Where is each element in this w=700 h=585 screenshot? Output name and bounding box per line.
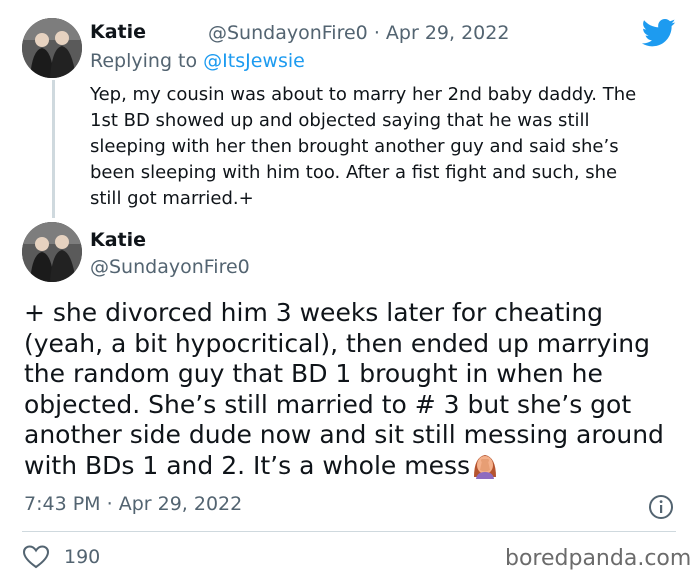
woman-facepalming-icon: [474, 454, 496, 479]
author-handle[interactable]: @SundayonFire0: [90, 256, 250, 278]
mention-link[interactable]: @ItsJewsie: [203, 50, 305, 72]
thread-line: [52, 80, 55, 218]
twitter-bird-icon: [642, 18, 676, 47]
tweet-text-line: Yep, my cousin was about to marry her 2n…: [90, 84, 637, 105]
tweet-text-line: sleeping with her then brought another g…: [90, 136, 619, 157]
info-icon[interactable]: [648, 494, 674, 520]
author-name[interactable]: Katie: [90, 229, 146, 251]
tweet-text-line: objected. She’s still married to # 3 but…: [24, 389, 632, 419]
author-name[interactable]: Katie: [90, 21, 146, 43]
tweet-text-line: been sleeping with him too. After a fist…: [90, 162, 618, 183]
author-handle-date: @SundayonFire0 · Apr 29, 2022: [208, 22, 509, 44]
tweet-text: Yep, my cousin was about to marry her 2n…: [90, 82, 680, 212]
replying-to: Replying to @ItsJewsie: [90, 50, 305, 72]
tweet-time: 7:43 PM: [24, 493, 101, 515]
tweet-text: + she divorced him 3 weeks later for che…: [24, 298, 689, 481]
watermark: boredpanda.com: [505, 546, 692, 571]
tweet-text-line: (yeah, a bit hypocritical), then ended u…: [24, 328, 651, 358]
tweet-text-line: the random guy that BD 1 brought in when…: [24, 359, 603, 388]
tweet-text-line: with BDs 1 and 2. It’s a whole mess: [24, 450, 470, 480]
tweet-text-line: still got married.+: [90, 188, 254, 209]
like-count: 190: [64, 546, 101, 568]
avatar[interactable]: [22, 222, 82, 282]
author-handle[interactable]: @SundayonFire0: [208, 22, 368, 44]
replying-prefix: Replying to: [90, 50, 198, 72]
divider: [22, 531, 676, 532]
tweet-date[interactable]: Apr 29, 2022: [386, 22, 510, 44]
tweet-date: Apr 29, 2022: [118, 493, 243, 515]
tweet-text-line: + she divorced him 3 weeks later for che…: [24, 298, 604, 327]
tweet-timestamp[interactable]: 7:43 PM · Apr 29, 2022: [24, 493, 242, 515]
heart-icon[interactable]: [22, 544, 50, 570]
separator: ·: [106, 493, 113, 515]
avatar[interactable]: [22, 18, 82, 78]
tweet-text-line-last: with BDs 1 and 2. It’s a whole mess: [24, 451, 689, 482]
tweet-text-line: 1st BD showed up and objected saying tha…: [90, 110, 590, 131]
separator: ·: [373, 22, 380, 44]
tweet-text-line: another side dude now and sit still mess…: [24, 420, 664, 449]
